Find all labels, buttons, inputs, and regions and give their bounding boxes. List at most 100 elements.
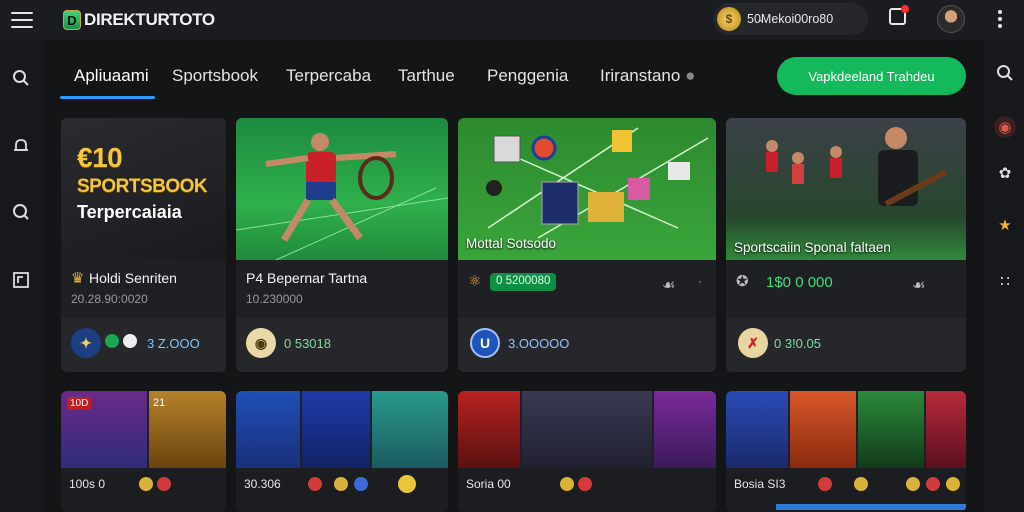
- player-portrait: [458, 391, 520, 468]
- left-sidebar: [0, 40, 44, 512]
- coin-chip-icon: [139, 477, 153, 491]
- team-crest-icon: ✦: [71, 328, 101, 358]
- notification-icon[interactable]: [889, 5, 909, 25]
- tennis-player-art: [236, 118, 448, 261]
- player-portrait: [726, 391, 788, 468]
- rank-tag: 21: [153, 397, 166, 409]
- sportsbook-banner: €10 SPORTSBOOK Terpercaiaia: [61, 118, 226, 260]
- bottom-card-1[interactable]: 10D 21 100s 0: [61, 391, 226, 512]
- red-chip-icon: [926, 477, 940, 491]
- gold-badge-icon: [398, 475, 416, 493]
- card-footer-value: 0 3!0.05: [774, 336, 821, 351]
- player-portrait: [858, 391, 924, 468]
- board-game-art: Mottal Sotsodo: [458, 118, 716, 260]
- ball-icon: [123, 334, 137, 348]
- card-subtext: 20.28.90:0020: [71, 292, 148, 306]
- coin-chip-icon: [334, 477, 348, 491]
- logo-badge-icon: D: [63, 10, 81, 30]
- game-card-tennis[interactable]: P4 Bepernar Tartna 10.230000 ◉ 0 53018: [236, 118, 448, 372]
- grid-icon[interactable]: ∷: [994, 270, 1016, 292]
- share-icon[interactable]: ☙: [912, 276, 925, 294]
- shield-icon: U: [470, 328, 500, 358]
- player-portrait: [926, 391, 966, 468]
- strip-text: 100s 0: [69, 477, 106, 491]
- card-footer-value: 3.OOOOO: [508, 336, 570, 351]
- search-icon[interactable]: [11, 68, 31, 88]
- red-chip-icon: [818, 477, 832, 491]
- treasure-chest-art: [522, 391, 652, 468]
- document-icon[interactable]: [11, 270, 31, 290]
- logo[interactable]: D DIREKTURTOTO: [63, 10, 215, 30]
- no-entry-icon: ✗: [738, 328, 768, 358]
- more-icon[interactable]: ·: [698, 274, 702, 288]
- tab-aplikasi[interactable]: Apliuaami: [74, 66, 149, 86]
- strip-text: Soria 00: [466, 477, 511, 491]
- active-tab-underline: [60, 96, 155, 99]
- art-label: Sportscaiin Sponal faltaen: [734, 240, 891, 255]
- card-caption: Holdi Senriten: [89, 270, 177, 286]
- card-subtext: 10.230000: [246, 292, 303, 306]
- game-card-sportsbook[interactable]: €10 SPORTSBOOK Terpercaiaia ♛ Holdi Senr…: [61, 118, 226, 372]
- bottom-card-3[interactable]: Soria 00: [458, 391, 716, 512]
- wallet-text: 50̴Mekoi00ro80: [747, 12, 834, 26]
- card-footer: ◉ 0 53018: [236, 318, 448, 372]
- green-value: 1$0 0 000: [766, 274, 833, 291]
- logo-text: DIREKTURTOTO: [84, 10, 215, 29]
- bell-icon[interactable]: [11, 136, 31, 156]
- tab-iriranstano-label: Iriranstano: [600, 66, 681, 85]
- trophy-icon: ♛: [71, 270, 85, 287]
- strip-text: Bosia SI3: [734, 477, 786, 491]
- hamburger-menu-icon[interactable]: [11, 12, 33, 28]
- red-chip-icon: [157, 477, 171, 491]
- wallet-balance[interactable]: $ 50̴Mekoi00ro80: [713, 3, 868, 35]
- red-chip-icon: [308, 477, 322, 491]
- trophy-portrait: [372, 391, 448, 468]
- right-sidebar: ◉ ✿ ★ ∷: [985, 40, 1024, 512]
- blue-chip-icon: [354, 477, 368, 491]
- player-portrait: [654, 391, 716, 468]
- coin-chip-icon: [906, 477, 920, 491]
- more-options-icon[interactable]: [997, 10, 1003, 28]
- coin-chip-icon: [854, 477, 868, 491]
- game-card-football[interactable]: Sportscaiin Sponal faltaen ✪ 1$0 0 000 ☙…: [726, 118, 966, 372]
- chat-icon[interactable]: ✿: [994, 162, 1016, 184]
- avatar[interactable]: [937, 5, 965, 33]
- tab-sportsbook[interactable]: Sportsbook: [172, 66, 258, 86]
- player-portrait: [302, 391, 370, 468]
- hero-title: SPORTSBOOK: [77, 176, 208, 197]
- coin-chip-icon: [946, 477, 960, 491]
- tab-tarthue[interactable]: Tarthue: [398, 66, 455, 86]
- football-players-art: Sportscaiin Sponal faltaen: [726, 118, 966, 260]
- green-dot-icon: [105, 334, 119, 348]
- rank-tag: 10D: [67, 397, 92, 410]
- bottom-card-4[interactable]: Bosia SI3: [726, 391, 966, 512]
- tab-penggenia[interactable]: Penggenia: [487, 66, 568, 86]
- odds-badge: 0 5200080: [490, 273, 557, 291]
- player-portrait: [790, 391, 856, 468]
- game-card-board[interactable]: Mottal Sotsodo ⚛ 0 5200080 ☙ · U 3.OOOOO: [458, 118, 716, 372]
- chat-search-icon[interactable]: [11, 202, 31, 222]
- search-icon[interactable]: [994, 62, 1016, 84]
- player-portrait: [236, 391, 300, 468]
- art-label: Mottal Sotsodo: [466, 236, 557, 251]
- tab-iriranstano[interactable]: Iriranstano ●: [600, 66, 695, 86]
- download-app-button[interactable]: Vapkdeeland Trahdeu: [777, 57, 966, 95]
- controller-icon: ⚛: [468, 273, 482, 290]
- coin-icon: $: [717, 7, 741, 31]
- ball-icon: ✪: [736, 273, 749, 290]
- tab-terpercaba[interactable]: Terpercaba: [286, 66, 371, 86]
- card-footer-value: 3 Z.OOO: [147, 336, 200, 351]
- card-footer-value: 0 53018: [284, 336, 331, 351]
- card-caption: P4 Bepernar Tartna: [246, 270, 368, 286]
- bottom-card-2[interactable]: 30.306: [236, 391, 448, 512]
- star-icon[interactable]: ★: [994, 214, 1016, 236]
- hero-amount: €10: [77, 142, 123, 173]
- notification-dot: [901, 5, 909, 13]
- trophy-icon[interactable]: ◉: [994, 116, 1016, 138]
- share-icon[interactable]: ☙: [662, 276, 675, 294]
- basketball-icon: ◉: [246, 328, 276, 358]
- card-footer: ✗ 0 3!0.05: [726, 318, 966, 372]
- progress-bar: [776, 504, 966, 510]
- strip-text: 30.306: [244, 477, 281, 491]
- chat-bubble-icon: ●: [685, 66, 696, 85]
